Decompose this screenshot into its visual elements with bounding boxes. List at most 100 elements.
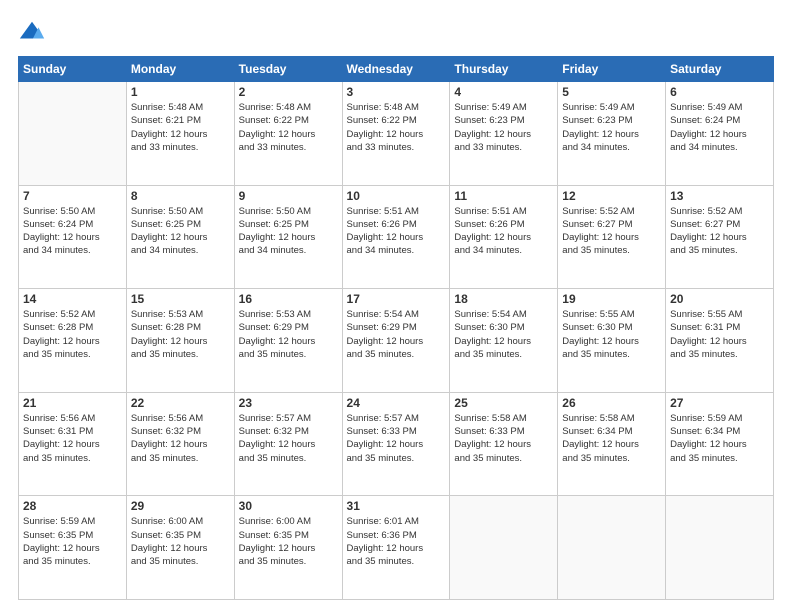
calendar-cell: 13 Sunrise: 5:52 AMSunset: 6:27 PMDayligh… [666,185,774,289]
logo-icon [18,18,46,46]
day-number: 7 [23,189,122,203]
calendar-cell: 17 Sunrise: 5:54 AMSunset: 6:29 PMDayligh… [342,289,450,393]
calendar-cell: 3Sunrise: 5:48 AMSunset: 6:22 PMDaylight… [342,82,450,186]
calendar-cell: 30 Sunrise: 6:00 AMSunset: 6:35 PMDayligh… [234,496,342,600]
calendar-header-sunday: Sunday [19,57,127,82]
day-number: 11 [454,189,553,203]
calendar-cell: 22 Sunrise: 5:56 AMSunset: 6:32 PMDayligh… [126,392,234,496]
calendar-cell: 7 Sunrise: 5:50 AMSunset: 6:24 PMDaylight… [19,185,127,289]
day-number: 21 [23,396,122,410]
day-info: Sunrise: 5:49 AMSunset: 6:23 PMDaylight:… [454,101,553,154]
calendar-cell: 27 Sunrise: 5:59 AMSunset: 6:34 PMDayligh… [666,392,774,496]
day-number: 31 [347,499,446,513]
calendar-cell: 16Sunrise: 5:53 AMSunset: 6:29 PMDayligh… [234,289,342,393]
day-info: Sunrise: 5:48 AMSunset: 6:22 PMDaylight:… [239,101,338,154]
calendar-week-5: 28 Sunrise: 5:59 AMSunset: 6:35 PMDayligh… [19,496,774,600]
day-number: 22 [131,396,230,410]
calendar-week-2: 7 Sunrise: 5:50 AMSunset: 6:24 PMDaylight… [19,185,774,289]
day-number: 13 [670,189,769,203]
day-number: 26 [562,396,661,410]
day-number: 17 [347,292,446,306]
day-info: Sunrise: 5:49 AMSunset: 6:24 PMDaylight:… [670,101,769,154]
header [18,18,774,46]
calendar-cell: 12 Sunrise: 5:52 AMSunset: 6:27 PMDayligh… [558,185,666,289]
day-number: 29 [131,499,230,513]
calendar-cell: 31 Sunrise: 6:01 AMSunset: 6:36 PMDayligh… [342,496,450,600]
calendar-cell: 11 Sunrise: 5:51 AMSunset: 6:26 PMDayligh… [450,185,558,289]
day-info: Sunrise: 5:50 AMSunset: 6:24 PMDaylight:… [23,205,122,258]
day-number: 16 [239,292,338,306]
calendar-cell: 10Sunrise: 5:51 AMSunset: 6:26 PMDayligh… [342,185,450,289]
day-info: Sunrise: 5:55 AMSunset: 6:30 PMDaylight:… [562,308,661,361]
day-info: Sunrise: 5:58 AMSunset: 6:33 PMDaylight:… [454,412,553,465]
day-info: Sunrise: 6:01 AMSunset: 6:36 PMDaylight:… [347,515,446,568]
day-info: Sunrise: 5:52 AMSunset: 6:27 PMDaylight:… [562,205,661,258]
calendar-cell: 6 Sunrise: 5:49 AMSunset: 6:24 PMDaylight… [666,82,774,186]
calendar-cell: 9 Sunrise: 5:50 AMSunset: 6:25 PMDaylight… [234,185,342,289]
day-info: Sunrise: 5:57 AMSunset: 6:33 PMDaylight:… [347,412,446,465]
calendar-cell [558,496,666,600]
day-info: Sunrise: 5:58 AMSunset: 6:34 PMDaylight:… [562,412,661,465]
calendar-cell [666,496,774,600]
day-number: 23 [239,396,338,410]
calendar-cell: 15Sunrise: 5:53 AMSunset: 6:28 PMDayligh… [126,289,234,393]
day-info: Sunrise: 5:56 AMSunset: 6:32 PMDaylight:… [131,412,230,465]
day-info: Sunrise: 6:00 AMSunset: 6:35 PMDaylight:… [239,515,338,568]
day-number: 1 [131,85,230,99]
day-info: Sunrise: 5:49 AMSunset: 6:23 PMDaylight:… [562,101,661,154]
day-number: 10 [347,189,446,203]
day-info: Sunrise: 5:54 AMSunset: 6:29 PMDaylight:… [347,308,446,361]
calendar-cell [19,82,127,186]
calendar-week-3: 14 Sunrise: 5:52 AMSunset: 6:28 PMDayligh… [19,289,774,393]
day-number: 2 [239,85,338,99]
calendar-header-monday: Monday [126,57,234,82]
calendar-cell: 18 Sunrise: 5:54 AMSunset: 6:30 PMDayligh… [450,289,558,393]
calendar-cell: 28 Sunrise: 5:59 AMSunset: 6:35 PMDayligh… [19,496,127,600]
calendar-cell: 1Sunrise: 5:48 AMSunset: 6:21 PMDaylight… [126,82,234,186]
day-info: Sunrise: 5:52 AMSunset: 6:27 PMDaylight:… [670,205,769,258]
day-number: 9 [239,189,338,203]
day-number: 15 [131,292,230,306]
day-info: Sunrise: 5:50 AMSunset: 6:25 PMDaylight:… [239,205,338,258]
day-number: 28 [23,499,122,513]
calendar-header-wednesday: Wednesday [342,57,450,82]
day-info: Sunrise: 5:52 AMSunset: 6:28 PMDaylight:… [23,308,122,361]
day-info: Sunrise: 5:51 AMSunset: 6:26 PMDaylight:… [454,205,553,258]
day-number: 27 [670,396,769,410]
calendar-week-4: 21Sunrise: 5:56 AMSunset: 6:31 PMDayligh… [19,392,774,496]
day-info: Sunrise: 5:59 AMSunset: 6:34 PMDaylight:… [670,412,769,465]
calendar-cell: 14 Sunrise: 5:52 AMSunset: 6:28 PMDayligh… [19,289,127,393]
calendar-cell: 23 Sunrise: 5:57 AMSunset: 6:32 PMDayligh… [234,392,342,496]
day-number: 5 [562,85,661,99]
calendar-cell: 5 Sunrise: 5:49 AMSunset: 6:23 PMDaylight… [558,82,666,186]
calendar-table: SundayMondayTuesdayWednesdayThursdayFrid… [18,56,774,600]
calendar-header-tuesday: Tuesday [234,57,342,82]
calendar-header-friday: Friday [558,57,666,82]
page: SundayMondayTuesdayWednesdayThursdayFrid… [0,0,792,612]
calendar-cell [450,496,558,600]
calendar-cell: 8Sunrise: 5:50 AMSunset: 6:25 PMDaylight… [126,185,234,289]
calendar-cell: 24 Sunrise: 5:57 AMSunset: 6:33 PMDayligh… [342,392,450,496]
calendar-header-saturday: Saturday [666,57,774,82]
day-number: 20 [670,292,769,306]
day-number: 24 [347,396,446,410]
day-number: 14 [23,292,122,306]
logo [18,18,50,46]
day-number: 18 [454,292,553,306]
calendar-header-thursday: Thursday [450,57,558,82]
day-number: 6 [670,85,769,99]
calendar-cell: 2 Sunrise: 5:48 AMSunset: 6:22 PMDaylight… [234,82,342,186]
calendar-cell: 26 Sunrise: 5:58 AMSunset: 6:34 PMDayligh… [558,392,666,496]
day-info: Sunrise: 5:57 AMSunset: 6:32 PMDaylight:… [239,412,338,465]
calendar-cell: 4Sunrise: 5:49 AMSunset: 6:23 PMDaylight… [450,82,558,186]
day-number: 30 [239,499,338,513]
day-info: Sunrise: 5:54 AMSunset: 6:30 PMDaylight:… [454,308,553,361]
day-info: Sunrise: 6:00 AMSunset: 6:35 PMDaylight:… [131,515,230,568]
calendar-week-1: 1Sunrise: 5:48 AMSunset: 6:21 PMDaylight… [19,82,774,186]
calendar-cell: 25 Sunrise: 5:58 AMSunset: 6:33 PMDayligh… [450,392,558,496]
day-info: Sunrise: 5:59 AMSunset: 6:35 PMDaylight:… [23,515,122,568]
day-info: Sunrise: 5:55 AMSunset: 6:31 PMDaylight:… [670,308,769,361]
day-number: 25 [454,396,553,410]
day-number: 12 [562,189,661,203]
calendar-header-row: SundayMondayTuesdayWednesdayThursdayFrid… [19,57,774,82]
